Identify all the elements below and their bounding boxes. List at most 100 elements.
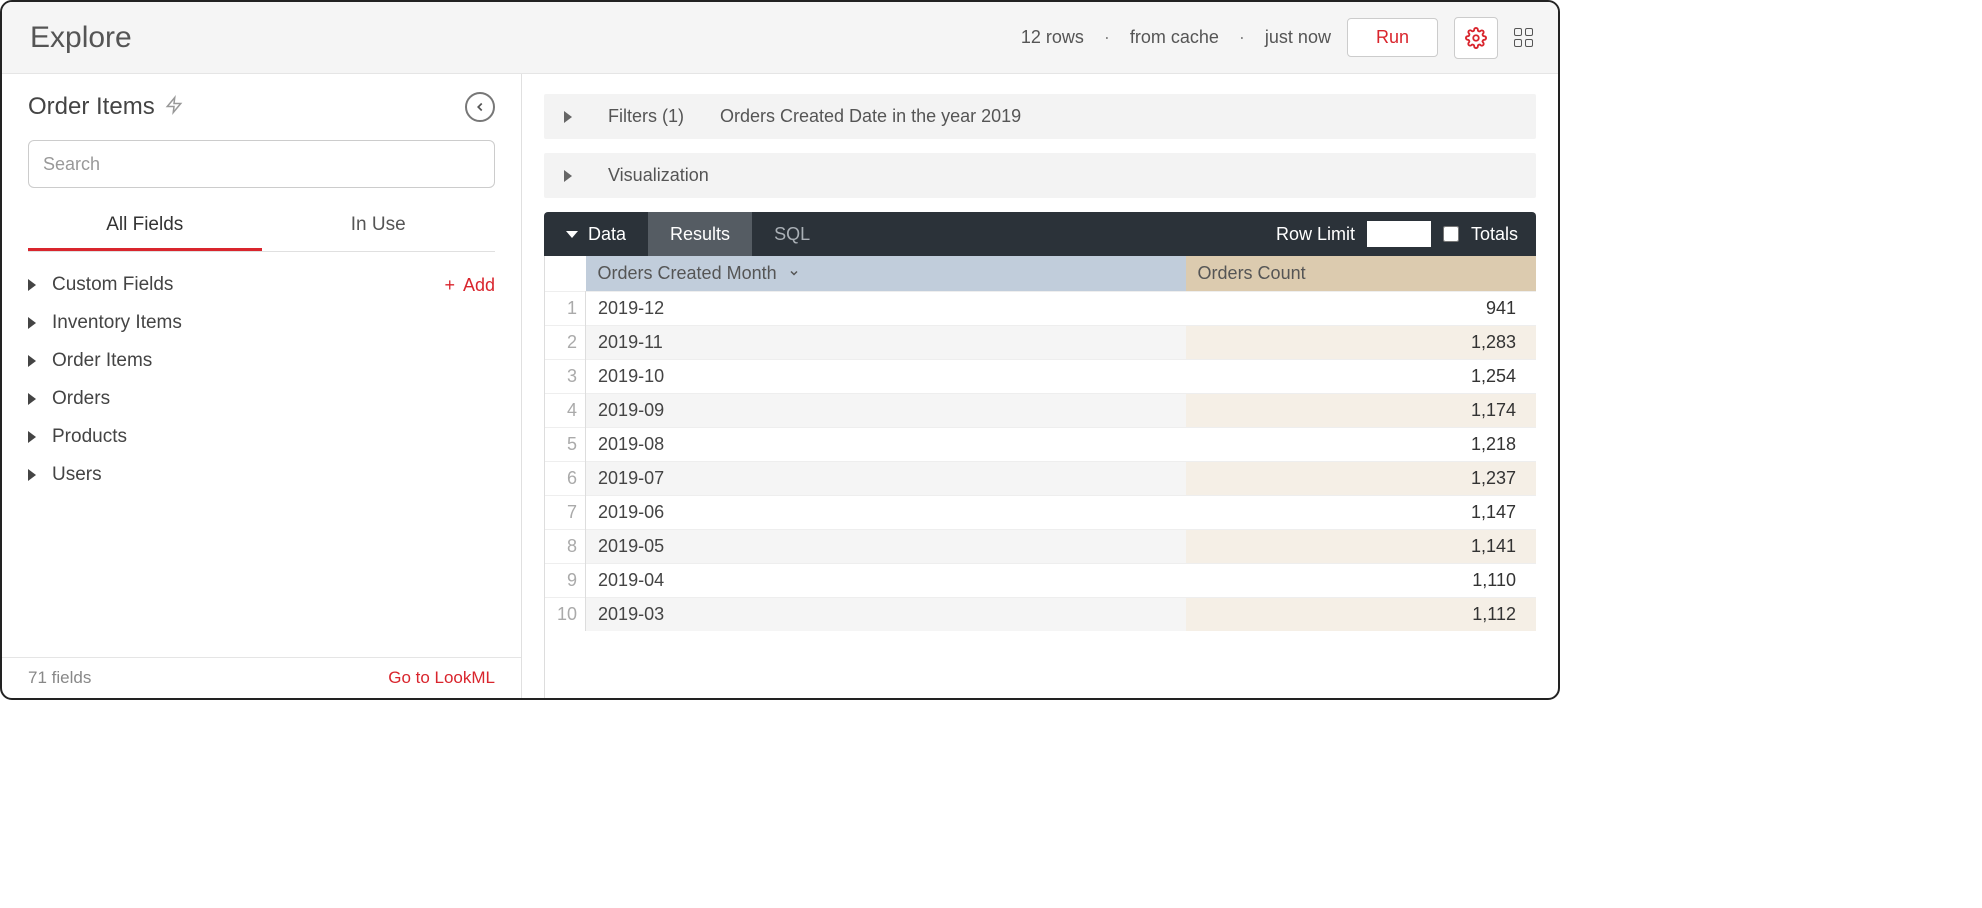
cell-count[interactable]: 1,237: [1186, 462, 1536, 496]
dim-header-label: Orders Created Month: [598, 263, 777, 283]
field-group-inventory-items[interactable]: Inventory Items: [28, 304, 495, 342]
cell-count[interactable]: 1,147: [1186, 496, 1536, 530]
separator-dot: ·: [1235, 27, 1249, 48]
row-number: 1: [545, 292, 586, 326]
bolt-icon: [165, 94, 183, 121]
visualization-panel[interactable]: Visualization: [544, 153, 1536, 198]
filters-panel[interactable]: Filters (1) Orders Created Date in the y…: [544, 94, 1536, 139]
field-group-label: Order Items: [52, 350, 152, 372]
sidebar-footer: 71 fields Go to LookML: [2, 657, 521, 698]
row-number: 7: [545, 496, 586, 530]
rownum-header: [545, 256, 586, 292]
cell-count[interactable]: 1,218: [1186, 428, 1536, 462]
data-bar: Data Results SQL Row Limit Totals: [544, 212, 1536, 256]
collapse-sidebar-button[interactable]: [465, 92, 495, 122]
cell-count[interactable]: 1,112: [1186, 598, 1536, 632]
main-panel: Filters (1) Orders Created Date in the y…: [522, 74, 1558, 698]
table-row: 102019-031,112: [545, 598, 1536, 632]
field-group-label: Custom Fields: [52, 274, 173, 296]
field-group-users[interactable]: Users: [28, 456, 495, 494]
results-tab[interactable]: Results: [648, 212, 752, 256]
table-row: 72019-061,147: [545, 496, 1536, 530]
filters-label: Filters (1): [608, 106, 684, 127]
cell-count[interactable]: 1,141: [1186, 530, 1536, 564]
caret-right-icon: [28, 317, 36, 329]
caret-right-icon: [564, 111, 572, 123]
cell-month[interactable]: 2019-04: [586, 564, 1186, 598]
row-number: 8: [545, 530, 586, 564]
row-limit-group: Row Limit Totals: [1276, 221, 1536, 247]
field-group-label: Products: [52, 426, 127, 448]
field-list: Custom Fields + Add Inventory Items Orde…: [2, 252, 521, 657]
caret-right-icon: [28, 431, 36, 443]
dashboard-icon[interactable]: [1514, 28, 1534, 48]
run-button[interactable]: Run: [1347, 18, 1438, 57]
settings-button[interactable]: [1454, 17, 1498, 59]
separator-dot: ·: [1100, 27, 1114, 48]
cell-count[interactable]: 1,283: [1186, 326, 1536, 360]
go-to-lookml-link[interactable]: Go to LookML: [388, 668, 495, 688]
totals-label: Totals: [1471, 224, 1518, 245]
meas-header-label: Orders Count: [1198, 263, 1306, 283]
field-group-label: Orders: [52, 388, 110, 410]
totals-checkbox[interactable]: [1443, 226, 1459, 242]
row-number: 10: [545, 598, 586, 632]
table-row: 22019-111,283: [545, 326, 1536, 360]
search-input[interactable]: [28, 140, 495, 188]
cell-month[interactable]: 2019-09: [586, 394, 1186, 428]
cell-count[interactable]: 1,110: [1186, 564, 1536, 598]
tab-all-fields[interactable]: All Fields: [28, 202, 262, 251]
column-header-dimension[interactable]: Orders Created Month: [586, 256, 1186, 292]
field-group-products[interactable]: Products: [28, 418, 495, 456]
row-number: 5: [545, 428, 586, 462]
cell-month[interactable]: 2019-03: [586, 598, 1186, 632]
status-group: 12 rows · from cache · just now Run: [1021, 17, 1534, 59]
cell-month[interactable]: 2019-10: [586, 360, 1186, 394]
cell-month[interactable]: 2019-12: [586, 292, 1186, 326]
sql-tab[interactable]: SQL: [752, 212, 832, 256]
explore-name: Order Items: [28, 93, 155, 121]
cell-month[interactable]: 2019-07: [586, 462, 1186, 496]
sort-desc-icon: [788, 263, 800, 284]
filters-summary: Orders Created Date in the year 2019: [720, 106, 1021, 127]
caret-right-icon: [564, 170, 572, 182]
row-number: 6: [545, 462, 586, 496]
table-row: 52019-081,218: [545, 428, 1536, 462]
visualization-label: Visualization: [608, 165, 709, 186]
field-tabs: All Fields In Use: [28, 202, 495, 252]
cache-status: from cache: [1130, 27, 1219, 48]
add-custom-field-link[interactable]: + Add: [444, 275, 495, 296]
table-row: 42019-091,174: [545, 394, 1536, 428]
app-window: Explore 12 rows · from cache · just now …: [0, 0, 1560, 700]
cell-month[interactable]: 2019-06: [586, 496, 1186, 530]
row-limit-input[interactable]: [1367, 221, 1431, 247]
field-group-label: Inventory Items: [52, 312, 182, 334]
cell-count[interactable]: 941: [1186, 292, 1536, 326]
field-group-orders[interactable]: Orders: [28, 380, 495, 418]
page-title: Explore: [30, 21, 132, 55]
cell-month[interactable]: 2019-11: [586, 326, 1186, 360]
top-header: Explore 12 rows · from cache · just now …: [2, 2, 1558, 74]
sidebar: Order Items All Fields In Use Custom Fie…: [2, 74, 522, 698]
cell-count[interactable]: 1,254: [1186, 360, 1536, 394]
column-header-measure[interactable]: Orders Count: [1186, 256, 1536, 292]
sql-tab-label: SQL: [774, 224, 810, 245]
table-row: 92019-041,110: [545, 564, 1536, 598]
cell-count[interactable]: 1,174: [1186, 394, 1536, 428]
cell-month[interactable]: 2019-08: [586, 428, 1186, 462]
cell-month[interactable]: 2019-05: [586, 530, 1186, 564]
data-tab-label: Data: [588, 224, 626, 245]
table-row: 62019-071,237: [545, 462, 1536, 496]
rows-status: 12 rows: [1021, 27, 1084, 48]
tab-in-use[interactable]: In Use: [262, 202, 496, 251]
field-group-custom-fields[interactable]: Custom Fields + Add: [28, 266, 495, 304]
row-number: 2: [545, 326, 586, 360]
caret-right-icon: [28, 279, 36, 291]
add-label: Add: [463, 275, 495, 296]
field-group-order-items[interactable]: Order Items: [28, 342, 495, 380]
data-tab[interactable]: Data: [544, 212, 648, 256]
body: Order Items All Fields In Use Custom Fie…: [2, 74, 1558, 698]
row-number: 4: [545, 394, 586, 428]
table-row: 82019-051,141: [545, 530, 1536, 564]
results-table-wrap: Orders Created Month Orders Count 12019-…: [544, 256, 1536, 698]
